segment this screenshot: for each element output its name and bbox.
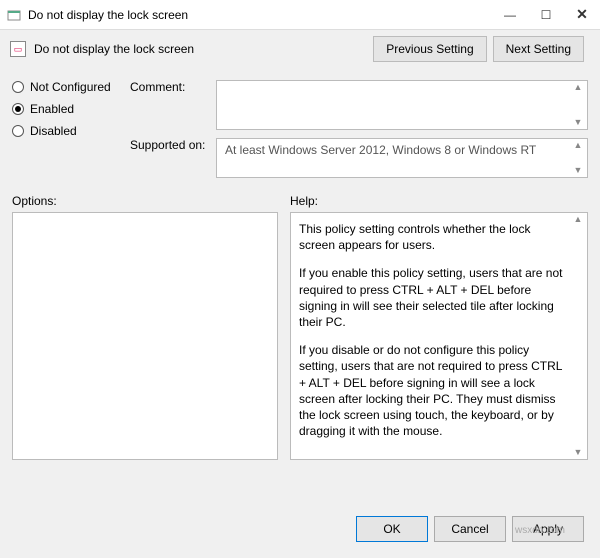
radio-not-configured[interactable]: Not Configured	[12, 80, 130, 94]
help-text: This policy setting controls whether the…	[299, 221, 569, 253]
scroll-down-icon[interactable]: ▼	[571, 118, 585, 127]
setting-icon: ▭	[10, 41, 26, 57]
radio-circle-icon	[12, 81, 24, 93]
dialog-buttons: OK Cancel Apply	[356, 516, 584, 542]
radio-label: Not Configured	[30, 80, 111, 94]
close-button[interactable]: ✕	[564, 0, 600, 30]
scroll-down-icon[interactable]: ▼	[571, 166, 585, 175]
cancel-button[interactable]: Cancel	[434, 516, 506, 542]
scroll-up-icon[interactable]: ▲	[571, 141, 585, 150]
header: ▭ Do not display the lock screen Previou…	[0, 30, 600, 66]
radio-disabled[interactable]: Disabled	[12, 124, 130, 138]
help-panel: This policy setting controls whether the…	[290, 212, 588, 460]
help-text: If you disable or do not configure this …	[299, 342, 569, 439]
ok-button[interactable]: OK	[356, 516, 428, 542]
minimize-button[interactable]: —	[492, 0, 528, 30]
scroll-down-icon[interactable]: ▼	[571, 448, 585, 457]
next-setting-button[interactable]: Next Setting	[493, 36, 584, 62]
supported-text: At least Windows Server 2012, Windows 8 …	[225, 143, 536, 157]
setting-name: Do not display the lock screen	[34, 42, 373, 56]
scroll-up-icon[interactable]: ▲	[571, 83, 585, 92]
supported-label: Supported on:	[130, 138, 210, 152]
maximize-button[interactable]: ☐	[528, 0, 564, 30]
scroll-up-icon[interactable]: ▲	[571, 215, 585, 224]
radio-label: Enabled	[30, 102, 74, 116]
supported-on-box: At least Windows Server 2012, Windows 8 …	[216, 138, 588, 178]
radio-circle-icon	[12, 103, 24, 115]
window-title: Do not display the lock screen	[28, 8, 492, 22]
help-label: Help:	[290, 194, 588, 208]
radio-circle-icon	[12, 125, 24, 137]
options-label: Options:	[12, 194, 278, 208]
window-controls: — ☐ ✕	[492, 0, 600, 30]
comment-input[interactable]: ▲ ▼	[216, 80, 588, 130]
apply-button[interactable]: Apply	[512, 516, 584, 542]
policy-icon	[6, 7, 22, 23]
state-radios: Not Configured Enabled Disabled	[12, 80, 130, 178]
options-panel[interactable]	[12, 212, 278, 460]
comment-label: Comment:	[130, 80, 210, 94]
radio-enabled[interactable]: Enabled	[12, 102, 130, 116]
previous-setting-button[interactable]: Previous Setting	[373, 36, 486, 62]
titlebar: Do not display the lock screen — ☐ ✕	[0, 0, 600, 30]
help-text: If you enable this policy setting, users…	[299, 265, 569, 330]
radio-label: Disabled	[30, 124, 77, 138]
